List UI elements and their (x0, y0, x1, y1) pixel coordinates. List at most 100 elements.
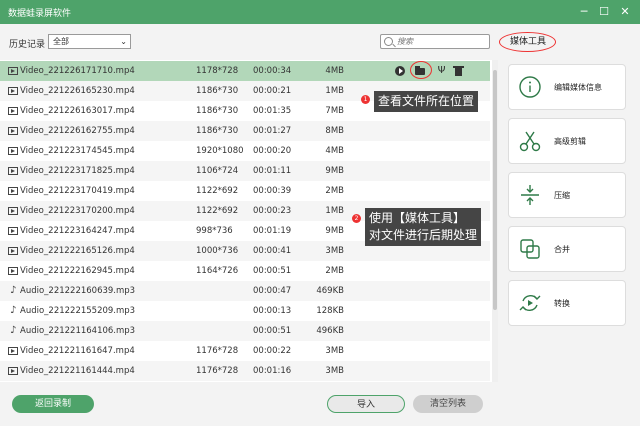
file-name: Video_221223164247.mp4 (20, 226, 135, 236)
file-resolution: 1122*692 (196, 206, 239, 216)
table-row[interactable]: ♪ Audio_221221164106.mp3 00:00:51 496KB (0, 321, 490, 341)
compress-icon (521, 185, 539, 205)
tool-edit-media-info[interactable]: 编辑媒体信息 (508, 64, 626, 110)
file-duration: 00:00:21 (253, 86, 292, 96)
file-name: Audio_221222155209.mp3 (20, 306, 136, 316)
edit-icon[interactable]: Ψ (435, 64, 448, 78)
maximize-button[interactable]: ☐ (596, 4, 612, 20)
file-duration: 00:00:23 (253, 206, 292, 216)
info-icon (519, 76, 541, 98)
file-resolution: 1176*728 (196, 366, 239, 376)
table-row[interactable]: Video_221221161444.mp4 1176*728 00:01:16 3M… (0, 361, 490, 381)
table-row[interactable]: Video_221223170419.mp4 1122*692 00:00:39 2M… (0, 181, 490, 201)
annotation-callout-line: 对文件进行后期处理 (369, 228, 478, 242)
file-name: Video_221221161444.mp4 (20, 366, 135, 376)
import-button[interactable]: 导入 (327, 395, 405, 413)
file-size: 3MB (325, 346, 344, 356)
video-file-icon (8, 227, 18, 235)
search-input[interactable] (397, 36, 487, 47)
folder-highlight-ring (410, 61, 432, 79)
video-file-icon (8, 267, 18, 275)
history-label: 历史记录 (9, 40, 46, 50)
file-size: 128KB (316, 306, 344, 316)
window-title: 数据蛙录屏软件 (8, 9, 72, 19)
file-size: 8MB (325, 126, 344, 136)
table-row[interactable]: ♪ Audio_221222155209.mp3 00:00:13 128KB (0, 301, 490, 321)
annotation-badge-1: 1 (361, 95, 370, 104)
clear-list-button[interactable]: 清空列表 (413, 395, 483, 413)
tool-label: 转换 (554, 299, 570, 308)
scissors-icon (519, 131, 541, 152)
tool-convert[interactable]: 转换 (508, 280, 626, 326)
media-tools-highlight-ring (499, 32, 556, 52)
annotation-callout-1: 查看文件所在位置 (374, 91, 479, 112)
video-file-icon (8, 347, 18, 355)
table-row[interactable]: Video_221226162755.mp4 1186*730 00:01:27 8M… (0, 121, 490, 141)
video-file-icon (8, 127, 18, 135)
file-name: Video_221226162755.mp4 (20, 126, 135, 136)
file-duration: 00:01:16 (253, 366, 292, 376)
merge-icon (520, 239, 540, 259)
video-file-icon (8, 187, 18, 195)
file-size: 3MB (325, 246, 344, 256)
file-duration: 00:00:41 (253, 246, 292, 256)
file-size: 469KB (316, 286, 344, 296)
file-duration: 00:00:51 (253, 266, 292, 276)
back-to-record-button[interactable]: 返回录制 (12, 395, 94, 413)
video-file-icon (8, 87, 18, 95)
tool-merge[interactable]: 合并 (508, 226, 626, 272)
file-duration: 00:01:35 (253, 106, 292, 116)
file-resolution: 1122*692 (196, 186, 239, 196)
tool-label: 合并 (554, 245, 570, 254)
file-name: Video_221222162945.mp4 (20, 266, 135, 276)
file-duration: 00:00:47 (253, 286, 292, 296)
tool-label: 编辑媒体信息 (554, 83, 602, 92)
search-icon (384, 37, 393, 46)
file-duration: 00:01:27 (253, 126, 292, 136)
table-row[interactable]: Video_221223174545.mp4 1920*1080 00:00:20 4… (0, 141, 490, 161)
file-duration: 00:00:13 (253, 306, 292, 316)
scrollbar-thumb[interactable] (493, 70, 497, 310)
chevron-down-icon: ⌄ (120, 37, 127, 46)
file-name: Video_221223170419.mp4 (20, 186, 135, 196)
file-resolution: 1000*736 (196, 246, 239, 256)
file-resolution: 1164*726 (196, 266, 239, 276)
file-name: Audio_221222160639.mp3 (20, 286, 136, 296)
close-button[interactable]: ✕ (617, 4, 633, 20)
file-size: 1MB (325, 206, 344, 216)
video-file-icon (8, 247, 18, 255)
file-duration: 00:01:19 (253, 226, 292, 236)
table-row[interactable]: ♪ Audio_221222160639.mp3 00:00:47 469KB (0, 281, 490, 301)
history-filter-value: 全部 (53, 37, 69, 46)
audio-file-icon: ♪ (10, 305, 17, 316)
audio-file-icon: ♪ (10, 325, 17, 336)
tool-advanced-cut[interactable]: 高级剪辑 (508, 118, 626, 164)
file-resolution: 1176*728 (196, 346, 239, 356)
minimize-button[interactable]: ─ (576, 4, 592, 20)
history-filter-select[interactable]: 全部 ⌄ (48, 34, 131, 49)
table-row[interactable]: Video_221223171825.mp4 1106*724 00:01:11 9M… (0, 161, 490, 181)
annotation-callout-2: 使用【媒体工具】 对文件进行后期处理 (365, 208, 482, 246)
search-box[interactable] (380, 34, 490, 49)
footer-bar: 返回录制 导入 清空列表 (0, 384, 640, 426)
file-name: Video_221221161647.mp4 (20, 346, 135, 356)
list-scrollbar[interactable] (492, 60, 498, 382)
audio-file-icon: ♪ (10, 285, 17, 296)
table-row[interactable]: Video_221222162945.mp4 1164*726 00:00:51 2M… (0, 261, 490, 281)
convert-icon (519, 295, 541, 311)
file-size: 2MB (325, 186, 344, 196)
table-row[interactable]: Video_221221161647.mp4 1176*728 00:00:22 3M… (0, 341, 490, 361)
file-resolution: 1186*730 (196, 106, 239, 116)
video-file-icon (8, 167, 18, 175)
file-size: 2MB (325, 266, 344, 276)
file-resolution: 1920*1080 (196, 146, 244, 156)
annotation-badge-2: 2 (352, 214, 361, 223)
file-duration: 00:00:51 (253, 326, 292, 336)
video-file-icon (8, 207, 18, 215)
file-name: Video_221226171710.mp4 (20, 66, 135, 76)
play-icon[interactable] (394, 64, 407, 78)
tool-compress[interactable]: 压缩 (508, 172, 626, 218)
file-duration: 00:01:11 (253, 166, 292, 176)
file-name: Video_221226165230.mp4 (20, 86, 135, 96)
trash-icon[interactable] (452, 64, 465, 78)
